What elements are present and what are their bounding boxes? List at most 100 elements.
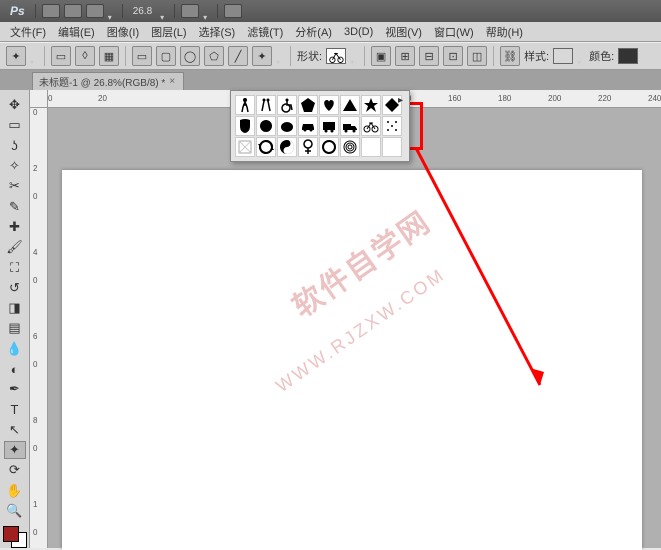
shape-dropdown-icon[interactable] [350, 52, 358, 60]
shape-preview[interactable] [326, 48, 346, 64]
flyout-menu-icon[interactable]: ▸ [398, 95, 403, 106]
shape-shield[interactable] [235, 116, 255, 136]
canvas-zone: 02080100120140160180200220240 0204060801… [30, 90, 661, 548]
type-tool[interactable]: T [4, 400, 26, 418]
dropdown-icon[interactable] [577, 52, 585, 60]
eyedropper-tool[interactable]: ✎ [4, 197, 26, 215]
hand-icon[interactable] [181, 4, 199, 18]
shape-triangle[interactable] [340, 95, 360, 115]
move-tool[interactable]: ✥ [4, 96, 26, 114]
custom-shape-tool[interactable]: ✦ [4, 441, 26, 459]
rect-icon[interactable]: ▭ [132, 46, 152, 66]
mini-bridge-icon[interactable] [64, 4, 82, 18]
style-swatch[interactable] [553, 48, 573, 64]
close-icon[interactable]: × [169, 76, 175, 87]
ruler-tick: 0 [33, 108, 37, 117]
menu-edit[interactable]: 编辑(E) [52, 24, 101, 40]
dropdown-icon[interactable] [203, 7, 211, 15]
dodge-tool[interactable]: ◐ [4, 360, 26, 378]
path-select-tool[interactable]: ↖ [4, 421, 26, 439]
menu-3d[interactable]: 3D(D) [338, 26, 379, 38]
arrange-icon[interactable] [224, 4, 242, 18]
shape-bus[interactable] [319, 116, 339, 136]
ruler-tick: 200 [548, 94, 561, 103]
pen-tool[interactable]: ✒ [4, 380, 26, 398]
menu-bar: 文件(F) 编辑(E) 图像(I) 图层(L) 选择(S) 滤镜(T) 分析(A… [0, 22, 661, 42]
fill-pixels-icon[interactable]: ▦ [99, 46, 119, 66]
polygon-icon[interactable]: ⬠ [204, 46, 224, 66]
shape-walk2[interactable] [256, 95, 276, 115]
bridge-icon[interactable] [42, 4, 60, 18]
combine-subtract-icon[interactable]: ⊟ [419, 46, 439, 66]
shape-heart[interactable] [319, 95, 339, 115]
menu-view[interactable]: 视图(V) [379, 24, 428, 40]
gradient-tool[interactable]: ▤ [4, 319, 26, 337]
history-brush-tool[interactable]: ↺ [4, 279, 26, 297]
ruler-tick: 2 [33, 164, 37, 173]
foreground-color[interactable] [3, 526, 19, 542]
menu-file[interactable]: 文件(F) [4, 24, 52, 40]
dropdown-icon[interactable] [160, 7, 168, 15]
document-tab[interactable]: 未标题-1 @ 26.8%(RGB/8) * × [32, 72, 184, 90]
dropdown-icon[interactable] [108, 7, 116, 15]
ruler-tick: 4 [33, 248, 37, 257]
paths-icon[interactable]: ◊ [75, 46, 95, 66]
color-picker[interactable] [3, 526, 27, 548]
menu-select[interactable]: 选择(S) [193, 24, 242, 40]
zoom-value[interactable]: 26.8 [129, 6, 156, 17]
shape-female[interactable] [298, 137, 318, 157]
shape-recycle[interactable] [256, 137, 276, 157]
3d-tool[interactable]: ⟳ [4, 461, 26, 479]
menu-image[interactable]: 图像(I) [101, 24, 145, 40]
hand-tool[interactable]: ✋ [4, 482, 26, 500]
canvas[interactable] [62, 170, 642, 550]
wand-tool[interactable]: ✧ [4, 157, 26, 175]
combine-new-icon[interactable]: ▣ [371, 46, 391, 66]
menu-window[interactable]: 窗口(W) [428, 24, 480, 40]
menu-analysis[interactable]: 分析(A) [289, 24, 338, 40]
shape-tex1[interactable] [235, 137, 255, 157]
shape-walk[interactable] [235, 95, 255, 115]
line-icon[interactable]: ╱ [228, 46, 248, 66]
combine-intersect-icon[interactable]: ⊡ [443, 46, 463, 66]
color-swatch[interactable] [618, 48, 638, 64]
shape-car[interactable] [298, 116, 318, 136]
shape-pentagon[interactable] [298, 95, 318, 115]
shape-bike[interactable] [361, 116, 381, 136]
ruler-tick: 0 [33, 528, 37, 537]
shape-ring[interactable] [319, 137, 339, 157]
shape-star[interactable] [361, 95, 381, 115]
combine-exclude-icon[interactable]: ◫ [467, 46, 487, 66]
menu-layer[interactable]: 图层(L) [145, 24, 192, 40]
blur-tool[interactable]: 💧 [4, 340, 26, 358]
brush-tool[interactable]: 🖌 [4, 238, 26, 256]
stamp-tool[interactable]: ⛶ [4, 258, 26, 276]
screen-mode-icon[interactable] [86, 4, 104, 18]
shape-spiral[interactable] [340, 137, 360, 157]
menu-filter[interactable]: 滤镜(T) [241, 24, 289, 40]
shape-circle[interactable] [256, 116, 276, 136]
shape-layers-icon[interactable]: ▭ [51, 46, 71, 66]
custom-icon[interactable]: ✦ [252, 46, 272, 66]
crop-tool[interactable]: ✂ [4, 177, 26, 195]
shape-dots[interactable] [382, 116, 402, 136]
custom-shape-tool-icon[interactable]: ✦ [6, 46, 26, 66]
menu-help[interactable]: 帮助(H) [480, 24, 529, 40]
shape-blob[interactable] [277, 116, 297, 136]
shape-wheelchair[interactable] [277, 95, 297, 115]
combine-add-icon[interactable]: ⊞ [395, 46, 415, 66]
eraser-tool[interactable]: ◨ [4, 299, 26, 317]
zoom-tool[interactable]: 🔍 [4, 502, 26, 520]
marquee-tool[interactable]: ▭ [4, 116, 26, 134]
heal-tool[interactable]: ✚ [4, 218, 26, 236]
dropdown-icon[interactable] [276, 52, 284, 60]
shape-label: 形状: [297, 48, 322, 64]
dropdown-icon[interactable] [30, 52, 38, 60]
lasso-tool[interactable]: ʖ [4, 137, 26, 155]
shape-yinyang[interactable] [277, 137, 297, 157]
link-icon[interactable]: ⛓ [500, 46, 520, 66]
rrect-icon[interactable]: ▢ [156, 46, 176, 66]
ruler-tick: 0 [33, 444, 37, 453]
ellipse-icon[interactable]: ◯ [180, 46, 200, 66]
shape-truck[interactable] [340, 116, 360, 136]
